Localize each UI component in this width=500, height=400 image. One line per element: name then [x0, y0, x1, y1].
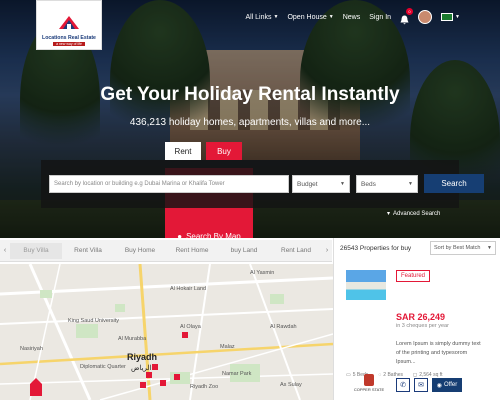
nav-news[interactable]: News [343, 14, 361, 21]
house-logo-icon [59, 16, 79, 29]
notification-badge: 0 [406, 8, 414, 15]
ptab-rent-villa[interactable]: Rent Villa [62, 247, 114, 254]
map-roads [0, 264, 333, 400]
property-price: SAR 26,249 [396, 312, 446, 322]
nav-all-links[interactable]: All Links ▼ [245, 14, 278, 21]
brand-logo[interactable]: Locations Real Estate a new way of life [36, 0, 102, 50]
budget-select-value: Budget [297, 180, 318, 188]
map-label: Al Rawdah [270, 324, 297, 330]
beds-select-value: Beds [361, 180, 376, 188]
offer-button[interactable]: ◉ Offer [432, 378, 462, 392]
agency-logo[interactable]: COPPER STATE [353, 374, 385, 398]
location-search-input[interactable]: Search by location or building e.g Dubai… [49, 175, 289, 193]
logo-tagline: a new way of life [53, 42, 85, 46]
property-cheques: in 3 cheques per year [396, 323, 449, 329]
map-city-label: Riyadh [127, 352, 158, 362]
email-button[interactable]: ✉ [414, 378, 428, 392]
featured-badge: Featured [396, 270, 431, 282]
chevron-down-icon: ▾ [387, 211, 391, 217]
results-section: ‹ Buy Villa Rent Villa Buy Home Rent Hom… [0, 238, 500, 400]
user-avatar[interactable] [418, 10, 433, 24]
search-panel: Search by location or building e.g Dubai… [41, 160, 484, 208]
property-thumbnail[interactable] [346, 270, 386, 300]
ptab-buy-land[interactable]: buy Land [218, 247, 270, 254]
logo-name: Locations Real Estate [42, 35, 96, 41]
nav-sign-in[interactable]: Sign In [369, 14, 391, 21]
envelope-icon: ✉ [418, 382, 424, 389]
nav-sign-in-label: Sign In [369, 13, 392, 21]
chevron-down-icon: ▼ [487, 245, 492, 251]
ptab-buy-home[interactable]: Buy Home [114, 247, 166, 254]
phone-call-button[interactable]: ✆ [396, 378, 410, 392]
eye-icon: ◉ [436, 382, 442, 389]
map-view[interactable]: Al Hokair Land King Saud University Al O… [0, 264, 333, 400]
budget-select[interactable]: Budget ▼ [292, 175, 350, 193]
map-label: Al Murabba [118, 336, 147, 342]
ptab-rent-land[interactable]: Rent Land [270, 247, 322, 254]
nav-all-links-label: All Links [245, 13, 272, 21]
bed-icon: ▭ [346, 372, 351, 378]
map-label: Al Olaya [180, 324, 201, 330]
phone-icon: ✆ [400, 382, 406, 389]
property-description: Lorem Ipsum is simply dummy text of the … [396, 341, 481, 365]
map-label: Al Hokair Land [170, 286, 207, 292]
map-label: Namar Park [222, 371, 252, 377]
language-selector[interactable]: ▼ [441, 13, 460, 21]
property-type-tabs: ‹ Buy Villa Rent Villa Buy Home Rent Hom… [0, 240, 332, 262]
sort-select[interactable]: Sort by Best Match ▼ [430, 241, 496, 255]
search-button[interactable]: Search [424, 174, 484, 193]
advanced-search-link[interactable]: ▾ Advanced Search [387, 210, 441, 218]
top-navigation: All Links ▼ Open House ▼ News Sign In 0 ▼ [245, 8, 460, 25]
agency-logo-text: COPPER STATE [353, 387, 385, 392]
nav-news-label: News [342, 13, 361, 21]
hero-subline: 436,213 holiday homes, apartments, villa… [129, 117, 371, 128]
listings-count: 26543 Properties for buy [340, 245, 412, 252]
card-actions: ✆ ✉ ◉ Offer [396, 378, 462, 392]
map-label: As Sulay [280, 382, 302, 388]
chevron-down-icon: ▼ [273, 14, 279, 20]
tab-rent[interactable]: Rent [165, 142, 201, 160]
offer-button-label: Offer [444, 382, 458, 388]
search-tabs: Rent Buy ● Search By Map [165, 142, 253, 304]
chevron-down-icon: ▼ [340, 181, 345, 187]
map-label: Nasiriyah [20, 346, 43, 352]
flag-icon [441, 13, 454, 21]
hero-headline: Get Your Holiday Rental Instantly [100, 84, 400, 105]
chevron-down-icon: ▼ [408, 181, 413, 187]
notification-bell-icon[interactable]: 0 [400, 8, 414, 25]
tab-buy[interactable]: Buy [206, 142, 242, 160]
chevron-left-icon[interactable]: ‹ [0, 247, 10, 254]
map-label: King Saud University [68, 318, 120, 324]
beds-select[interactable]: Beds ▼ [356, 175, 418, 193]
ptab-rent-home[interactable]: Rent Home [166, 247, 218, 254]
chevron-down-icon: ▼ [455, 14, 460, 20]
bell-icon [400, 15, 409, 25]
sort-select-value: Sort by Best Match [434, 245, 481, 251]
ptab-buy-villa[interactable]: Buy Villa [10, 242, 62, 259]
nav-open-house-label: Open House [287, 13, 327, 21]
map-label: Al Yasmin [250, 270, 275, 276]
map-label: Riyadh Zoo [190, 384, 219, 390]
advanced-search-label: Advanced Search [393, 210, 441, 217]
chevron-down-icon: ▼ [328, 14, 334, 20]
chevron-right-icon[interactable]: › [322, 247, 332, 254]
map-label: Diplomatic Quarter [80, 364, 126, 370]
map-label: Malaz [220, 344, 235, 350]
agency-logo-mark [364, 374, 374, 386]
map-city-label-arabic: الرياض [131, 365, 152, 372]
nav-open-house[interactable]: Open House ▼ [287, 14, 333, 21]
